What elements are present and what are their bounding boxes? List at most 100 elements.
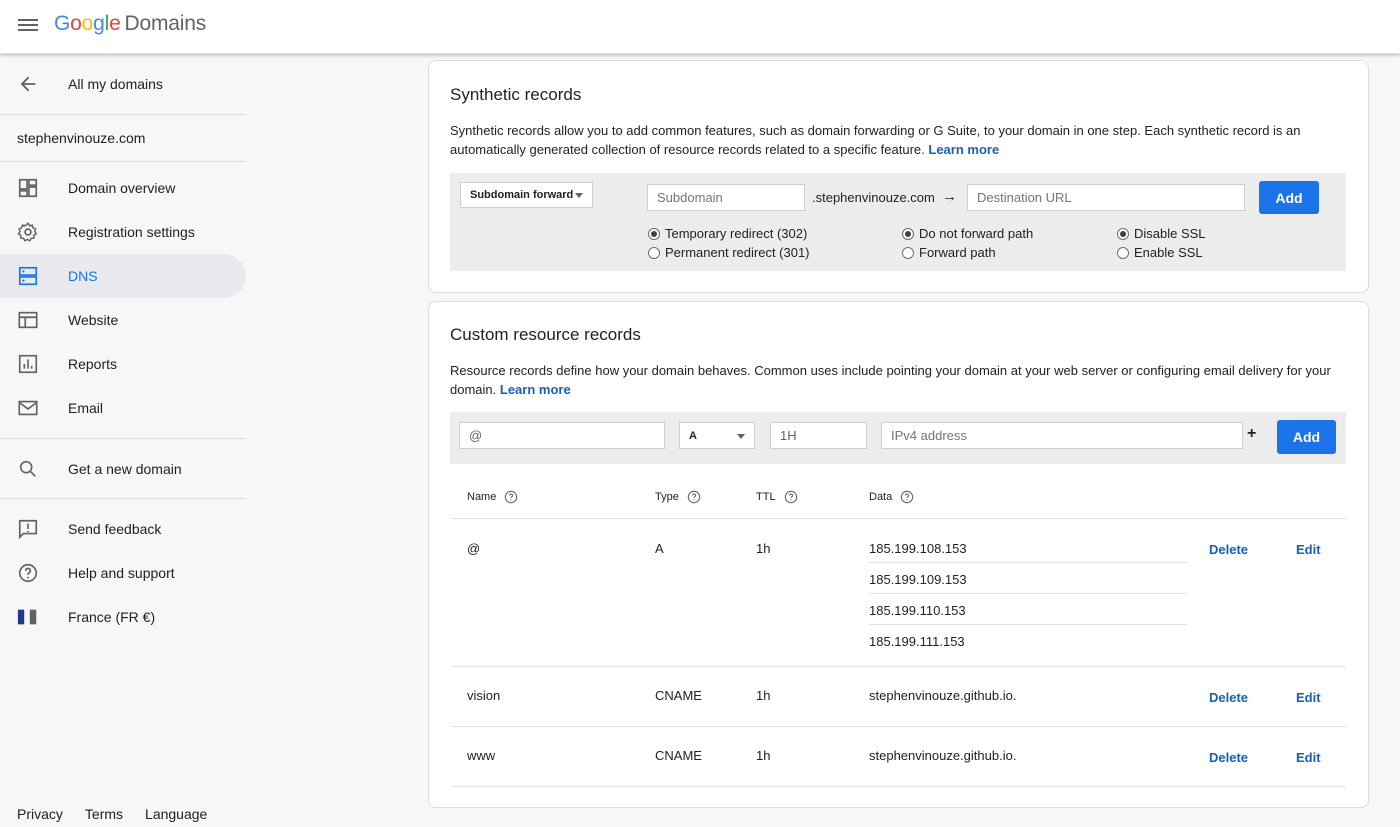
ttl-input[interactable] <box>770 422 867 449</box>
subdomain-input[interactable] <box>647 184 805 211</box>
get-new-domain[interactable]: Get a new domain <box>0 447 246 491</box>
gear-icon <box>17 222 38 242</box>
column-header-type: Type <box>655 490 701 504</box>
record-type: CNAME <box>655 688 702 703</box>
edit-record-button[interactable]: Edit <box>1296 542 1321 557</box>
edit-record-button[interactable]: Edit <box>1296 750 1321 765</box>
disable-ssl-radio[interactable]: Disable SSL <box>1117 226 1206 241</box>
google-domains-logo[interactable]: Google Domains <box>54 12 206 36</box>
learn-more-link[interactable]: Learn more <box>500 382 571 397</box>
data-divider <box>869 593 1187 594</box>
help-and-support[interactable]: Help and support <box>0 551 246 595</box>
help-icon[interactable] <box>504 490 518 504</box>
sidebar-item-reports[interactable]: Reports <box>0 342 246 386</box>
locale-label: France (FR €) <box>68 609 156 625</box>
data-divider <box>869 562 1187 563</box>
column-header-data: Data <box>869 490 914 504</box>
add-synthetic-record-button[interactable]: Add <box>1259 181 1319 214</box>
delete-record-button[interactable]: Delete <box>1209 542 1248 557</box>
search-icon <box>19 460 36 477</box>
send-feedback[interactable]: Send feedback <box>0 507 246 551</box>
record-name-input[interactable] <box>459 422 665 449</box>
resource-record-form: A + Add <box>450 412 1346 464</box>
custom-records-description: Resource records define how your domain … <box>450 363 1331 397</box>
terms-link[interactable]: Terms <box>85 806 123 822</box>
reports-icon <box>18 354 38 374</box>
dashboard-icon <box>18 178 38 198</box>
sidebar-item-label: DNS <box>68 268 98 284</box>
custom-records-title: Custom resource records <box>450 325 641 344</box>
divider <box>0 161 246 162</box>
record-type: CNAME <box>655 748 702 763</box>
privacy-link[interactable]: Privacy <box>17 806 63 822</box>
sidebar-item-label: Registration settings <box>68 224 195 240</box>
delete-record-button[interactable]: Delete <box>1209 750 1248 765</box>
feedback-label: Send feedback <box>68 521 162 537</box>
table-divider <box>451 666 1346 667</box>
radio-unselected-icon <box>902 246 914 259</box>
domain-suffix: .stephenvinouze.com <box>812 190 935 205</box>
record-data: 185.199.109.153 <box>869 572 967 587</box>
sidebar-item-email[interactable]: Email <box>0 386 246 430</box>
synthetic-record-form: Subdomain forward .stephenvinouze.com → … <box>450 173 1346 271</box>
do-not-forward-path-radio[interactable]: Do not forward path <box>902 226 1033 241</box>
enable-ssl-radio[interactable]: Enable SSL <box>1117 245 1203 260</box>
record-ttl: 1h <box>756 688 771 703</box>
record-type: A <box>655 541 664 556</box>
divider <box>0 498 246 499</box>
app-header: Google Domains <box>0 0 1400 54</box>
sidebar: All my domains stephenvinouze.com Domain… <box>0 55 246 827</box>
record-type-select[interactable]: A <box>679 422 755 449</box>
divider <box>0 114 246 115</box>
help-icon <box>18 563 38 583</box>
forward-path-radio[interactable]: Forward path <box>902 245 996 260</box>
chevron-down-icon <box>575 193 583 198</box>
sidebar-item-label: Website <box>68 312 119 328</box>
email-icon <box>18 400 38 416</box>
sidebar-item-registration-settings[interactable]: Registration settings <box>0 210 246 254</box>
menu-icon[interactable] <box>18 16 38 36</box>
radio-selected-icon <box>1117 227 1129 240</box>
radio-selected-icon <box>902 227 914 240</box>
locale-selector[interactable]: France (FR €) <box>0 595 246 639</box>
help-icon[interactable] <box>687 490 701 504</box>
add-resource-record-button[interactable]: Add <box>1277 420 1336 454</box>
temporary-redirect-radio[interactable]: Temporary redirect (302) <box>648 226 807 241</box>
column-header-ttl: TTL <box>756 490 798 504</box>
back-to-all-domains[interactable]: All my domains <box>0 62 246 106</box>
record-ttl: 1h <box>756 748 771 763</box>
help-icon[interactable] <box>784 490 798 504</box>
sidebar-item-website[interactable]: Website <box>0 298 246 342</box>
radio-unselected-icon <box>648 246 660 259</box>
permanent-redirect-radio[interactable]: Permanent redirect (301) <box>648 245 810 260</box>
record-data: 185.199.111.153 <box>869 634 965 649</box>
record-data: 185.199.108.153 <box>869 541 967 556</box>
synthetic-type-select[interactable]: Subdomain forward <box>460 182 593 208</box>
sidebar-item-dns[interactable]: DNS <box>0 254 246 298</box>
record-data-input[interactable] <box>881 422 1243 449</box>
record-name: @ <box>467 541 481 556</box>
sidebar-item-label: Email <box>68 400 104 416</box>
arrow-back-icon <box>20 76 36 92</box>
sidebar-item-domain-overview[interactable]: Domain overview <box>0 166 246 210</box>
language-link[interactable]: Language <box>145 806 207 822</box>
record-data: 185.199.110.153 <box>869 603 966 618</box>
delete-record-button[interactable]: Delete <box>1209 690 1248 705</box>
footer-links: Privacy Terms Language <box>17 806 207 822</box>
custom-resource-records-card: Custom resource records Resource records… <box>428 301 1369 808</box>
help-label: Help and support <box>68 565 175 581</box>
record-name: vision <box>467 688 501 703</box>
edit-record-button[interactable]: Edit <box>1296 690 1321 705</box>
help-icon[interactable] <box>900 490 914 504</box>
add-data-plus-icon[interactable]: + <box>1247 425 1256 443</box>
chevron-down-icon <box>737 433 745 439</box>
record-ttl: 1h <box>756 541 771 556</box>
column-header-name: Name <box>467 490 518 504</box>
website-icon <box>18 311 38 329</box>
learn-more-link[interactable]: Learn more <box>928 142 999 157</box>
arrow-right-icon: → <box>942 188 957 205</box>
france-flag-icon <box>17 609 37 625</box>
table-divider <box>451 518 1346 519</box>
destination-url-input[interactable] <box>967 184 1245 211</box>
get-domain-label: Get a new domain <box>68 461 182 477</box>
